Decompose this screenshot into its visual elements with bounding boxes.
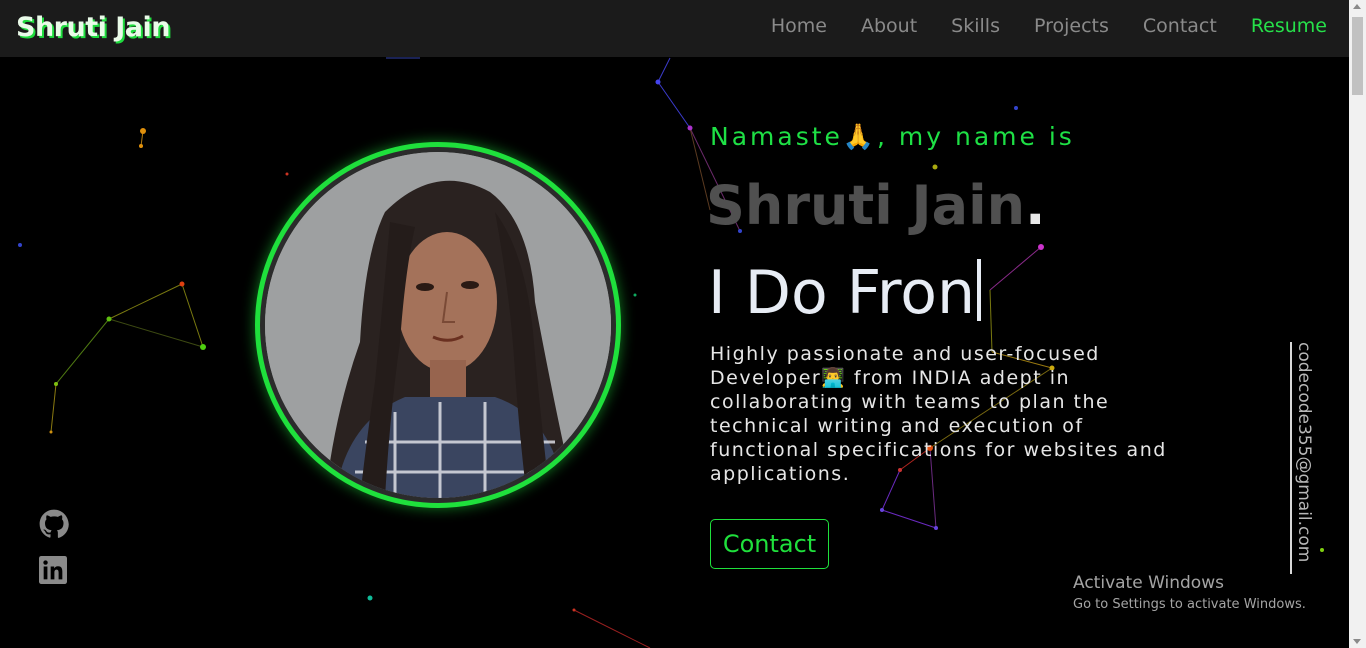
hero-name-text: Shruti Jain: [706, 174, 1026, 237]
nav-link-contact[interactable]: Contact: [1143, 15, 1217, 37]
watermark-title: Activate Windows: [1073, 573, 1224, 593]
navbar: Shruti Jain Home About Skills Projects C…: [0, 0, 1349, 57]
nav-link-resume[interactable]: Resume: [1251, 15, 1327, 37]
hero-name: Shruti Jain.: [706, 174, 1046, 237]
particle-background: [18, 57, 1324, 648]
scrollbar-thumb[interactable]: [1352, 17, 1363, 95]
email-sidebar: codecode355@gmail.com: [1290, 342, 1318, 574]
typed-role: I Do Fron: [708, 258, 981, 328]
email-link[interactable]: codecode355@gmail.com: [1294, 342, 1314, 562]
nav-link-about[interactable]: About: [861, 15, 917, 37]
github-icon[interactable]: [39, 509, 69, 539]
nav-link-projects[interactable]: Projects: [1034, 15, 1109, 37]
windows-activation-watermark: Activate Windows Go to Settings to activ…: [1073, 573, 1306, 612]
typing-cursor: [976, 259, 981, 321]
scroll-up-arrow-icon[interactable]: [1353, 4, 1361, 9]
scroll-down-arrow-icon[interactable]: [1353, 639, 1361, 644]
greeting-text: Namaste🙏, my name is: [710, 122, 1075, 151]
brand-logo[interactable]: Shruti Jain: [16, 12, 171, 43]
nav-link-skills[interactable]: Skills: [951, 15, 1000, 37]
watermark-subtitle: Go to Settings to activate Windows.: [1073, 597, 1306, 612]
typed-text: I Do Fron: [708, 258, 975, 328]
nav-links: Home About Skills Projects Contact Resum…: [771, 15, 1327, 37]
bio-paragraph: Highly passionate and user-focused Devel…: [710, 343, 1167, 485]
portfolio-page: Shruti Jain Home About Skills Projects C…: [0, 0, 1366, 648]
profile-photo: [265, 152, 611, 498]
hero-name-dot: .: [1025, 174, 1046, 237]
contact-button[interactable]: Contact: [710, 519, 829, 569]
linkedin-icon[interactable]: [39, 556, 69, 586]
profile-avatar: [255, 142, 621, 508]
nav-link-home[interactable]: Home: [771, 15, 827, 37]
page-scrollbar[interactable]: [1349, 0, 1366, 648]
